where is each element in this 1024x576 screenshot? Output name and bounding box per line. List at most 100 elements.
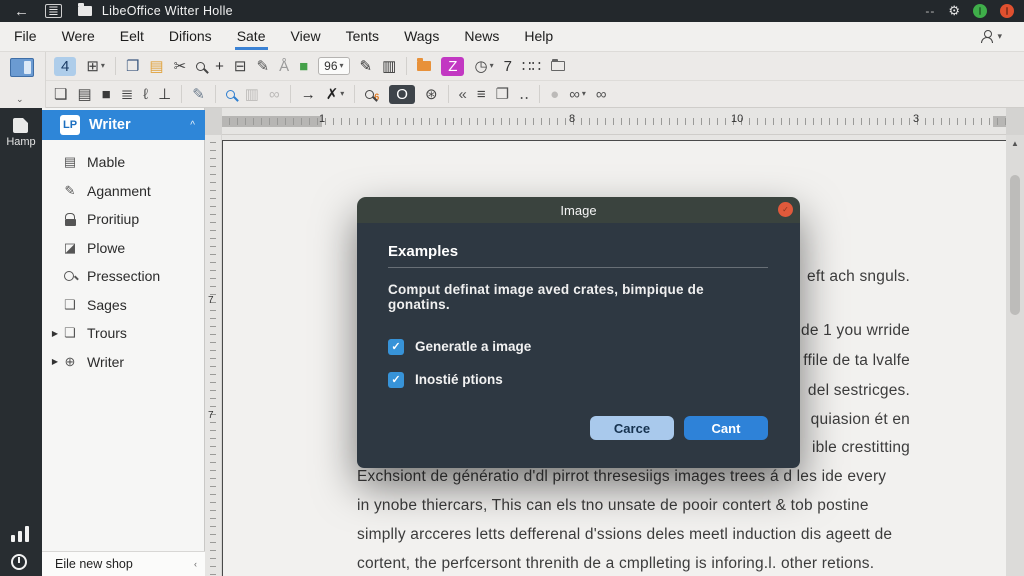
search-magnifier-icon[interactable]: [196, 62, 205, 71]
menu-item[interactable]: File: [12, 23, 39, 50]
pencil-icon[interactable]: ✎: [360, 59, 373, 74]
sidebar-item-icon: ✎: [60, 183, 80, 199]
sidebar-item-sages[interactable]: ❑ Sages: [42, 291, 205, 320]
gear-icon[interactable]: ⚙: [948, 3, 960, 19]
number-7-label[interactable]: 7: [504, 59, 512, 74]
chevron-up-icon[interactable]: ^: [190, 120, 195, 131]
paint-icon[interactable]: ■: [299, 59, 308, 74]
anchor-icon[interactable]: Å: [279, 59, 289, 74]
toolbar-formatting: ❏ ▤ ■ ≣ ℓ ⊥: [0, 81, 1024, 108]
sidebar-item-writer[interactable]: ▶ ⊕ Writer: [42, 348, 205, 377]
menu-item[interactable]: News: [462, 23, 501, 50]
paperclip-icon[interactable]: ℓ: [143, 87, 148, 102]
delete-x-icon[interactable]: ✗ ▾: [326, 87, 345, 102]
table-insert-icon[interactable]: ⊞ ▾: [86, 59, 105, 74]
orange-folder-icon[interactable]: [417, 61, 431, 71]
sidebar-item-mable[interactable]: ▤ Mable: [42, 148, 205, 177]
find-magnifier-icon[interactable]: [226, 90, 235, 99]
sidebar-item-proritiup[interactable]: Proritiup: [42, 205, 205, 234]
document-text-icon[interactable]: ▥: [382, 59, 396, 74]
icon-glyph: +: [215, 59, 224, 74]
sidebar-item-plowe[interactable]: ◪ Plowe: [42, 234, 205, 263]
columns-icon[interactable]: ▥: [245, 87, 259, 102]
menu-item[interactable]: Tents: [344, 23, 381, 50]
dialog-close-button[interactable]: ✓: [778, 202, 793, 217]
folder-outline-icon[interactable]: [551, 61, 565, 71]
arrow-right-icon[interactable]: →: [301, 87, 316, 102]
grid-dots-icon[interactable]: ∷∷: [522, 59, 541, 74]
file-icon[interactable]: [13, 118, 28, 133]
folder-icon[interactable]: [78, 6, 92, 16]
cut-scissors-icon[interactable]: ✂: [174, 59, 187, 74]
dialog-button[interactable]: Carce: [590, 416, 674, 440]
vertical-scrollbar[interactable]: ▲: [1006, 135, 1024, 576]
chevron-down-icon: ▾: [997, 31, 1002, 42]
plus-icon[interactable]: +: [215, 59, 224, 74]
menu-item[interactable]: Were: [60, 23, 97, 50]
sidebar-toggle-block: ⌄: [0, 52, 46, 108]
circle-o-button[interactable]: O: [389, 85, 415, 104]
font-size-select[interactable]: 96 ▾: [318, 57, 349, 75]
menu-lines-icon[interactable]: ≡: [477, 87, 486, 102]
eraser-icon[interactable]: ●: [550, 87, 559, 102]
split-cells-icon[interactable]: ⊟: [234, 59, 247, 74]
back-arrow-icon[interactable]: ←: [14, 3, 29, 20]
dialog-checkbox-row[interactable]: ✓ Inostié ptions: [388, 363, 768, 396]
stamp-icon[interactable]: ■: [102, 87, 111, 102]
chain-icon[interactable]: ∞: [269, 87, 280, 102]
close-window-button[interactable]: [1000, 4, 1014, 18]
window-titlebar: ← ≣ LibeOffice Witter Holle -- ⚙: [0, 0, 1024, 22]
menu-item[interactable]: Help: [522, 23, 555, 50]
scrollbar-thumb[interactable]: [1010, 175, 1020, 315]
dots-icon[interactable]: ‥: [519, 87, 529, 102]
link-icon[interactable]: ∞: [596, 87, 607, 102]
draw-pen-icon[interactable]: ✎: [257, 59, 270, 74]
lines-icon[interactable]: ≣: [121, 87, 134, 102]
link-chain-icon[interactable]: ∞ ▾: [569, 87, 586, 102]
sidebar-item-pressection[interactable]: Pressection: [42, 262, 205, 291]
maximize-button[interactable]: [973, 4, 987, 18]
dialog-checkbox-row[interactable]: ✓ Generatle a image: [388, 330, 768, 363]
sidebar-footer[interactable]: Eile new shop ‹: [42, 551, 205, 576]
dialog-button[interactable]: Cant: [684, 416, 768, 440]
page-icon[interactable]: ❏: [54, 87, 67, 102]
menubar-user-area[interactable]: ▾: [980, 30, 1024, 43]
icon-glyph: ⊞: [86, 59, 99, 74]
globe-icon[interactable]: ⊛: [425, 87, 438, 102]
edit-pen-icon[interactable]: ✎: [192, 87, 205, 102]
stats-bars-icon[interactable]: [11, 525, 31, 542]
sidebar-item-trours[interactable]: ▶ ❏ Trours: [42, 319, 205, 348]
sidebar-item-writer-active[interactable]: LP Writer ^: [42, 110, 205, 140]
menu-item[interactable]: View: [289, 23, 323, 50]
menu-item[interactable]: Eelt: [118, 23, 146, 50]
sidebar-deck-icon[interactable]: [10, 58, 34, 77]
menu-item[interactable]: Sate: [235, 23, 268, 50]
clock-face-icon[interactable]: ◷ ▾: [474, 59, 493, 74]
menu-item[interactable]: Difions: [167, 23, 214, 50]
menu-item[interactable]: Wags: [402, 23, 441, 50]
align-box-icon[interactable]: ▤: [77, 87, 91, 102]
icon-glyph: [417, 61, 431, 71]
copy-icon[interactable]: ▤: [149, 59, 163, 74]
copy-page-icon[interactable]: ❐: [496, 87, 509, 102]
document-list-icon[interactable]: ≣: [45, 4, 62, 18]
expander-icon[interactable]: ▶: [42, 357, 60, 366]
checkbox-checked-icon[interactable]: ✓: [388, 372, 404, 388]
clipboard-icon[interactable]: ❐: [126, 59, 139, 74]
chevron-down-icon[interactable]: ⌄: [16, 94, 24, 105]
dialog-titlebar[interactable]: Image ✓: [357, 197, 800, 223]
page-count-badge[interactable]: 4: [54, 57, 76, 76]
scroll-up-icon[interactable]: ▲: [1006, 139, 1024, 148]
clock-icon[interactable]: [11, 554, 27, 570]
expander-icon[interactable]: ▶: [42, 329, 60, 338]
horizontal-ruler: 18103: [205, 108, 1024, 135]
chevron-icon[interactable]: ‹: [194, 559, 197, 569]
minimize-icon[interactable]: --: [925, 4, 935, 18]
icon-glyph: ⊛: [425, 87, 438, 102]
sidebar-item-aganment[interactable]: ✎ Aganment: [42, 177, 205, 206]
zoom-magnifier-icon[interactable]: 6: [365, 87, 379, 102]
arrows-icon[interactable]: «: [459, 87, 467, 102]
insert-text-icon[interactable]: ⊥: [158, 87, 171, 102]
formula-badge[interactable]: Z: [441, 57, 464, 76]
checkbox-checked-icon[interactable]: ✓: [388, 339, 404, 355]
